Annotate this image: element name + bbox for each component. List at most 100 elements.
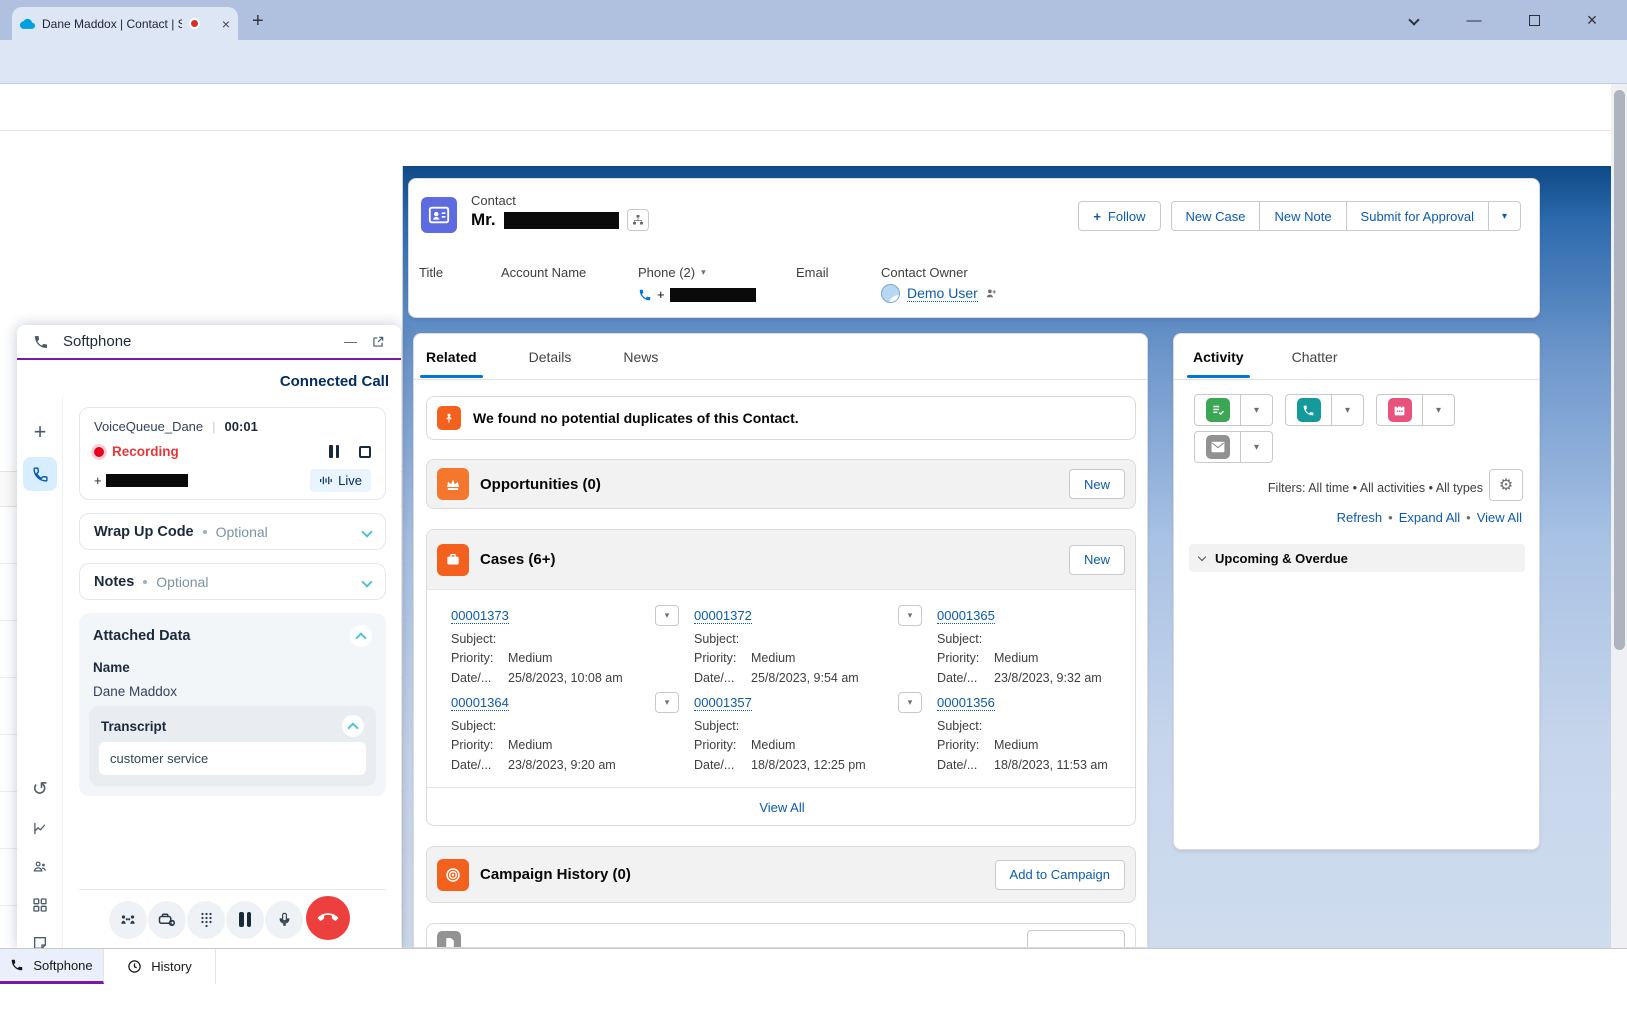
field-phone-label[interactable]: Phone (2) ▾ bbox=[638, 265, 706, 280]
attached-chevron-up-icon[interactable] bbox=[350, 625, 372, 647]
attached-name-value: Dane Maddox bbox=[79, 675, 386, 699]
browser-tab[interactable]: Dane Maddox | Contact | Sal × bbox=[12, 7, 238, 40]
duplicates-message: We found no potential duplicates of this… bbox=[473, 410, 799, 426]
opportunities-new-button[interactable]: New bbox=[1069, 469, 1125, 499]
new-case-button[interactable]: New Case bbox=[1171, 201, 1261, 231]
window-chevron-icon[interactable] bbox=[1391, 0, 1437, 40]
case-tile: 00001364▾ Subject: Priority:Medium Date/… bbox=[451, 692, 679, 772]
transfer-button[interactable] bbox=[148, 901, 186, 939]
email-action[interactable]: ▾ bbox=[1194, 431, 1273, 463]
partial-card-button[interactable] bbox=[1027, 930, 1125, 948]
activity-view-all-link[interactable]: View All bbox=[1477, 510, 1522, 525]
case-link[interactable]: 00001356 bbox=[937, 695, 995, 711]
transcript-chevron-up-icon[interactable] bbox=[342, 715, 364, 737]
case-menu-button[interactable]: ▾ bbox=[655, 692, 679, 713]
tab-activity[interactable]: Activity bbox=[1193, 349, 1244, 365]
case-menu-button[interactable]: ▾ bbox=[655, 605, 679, 626]
new-note-button[interactable]: New Note bbox=[1260, 201, 1346, 231]
opportunities-card: Opportunities (0) New bbox=[426, 459, 1136, 509]
window-minimize-button[interactable]: — bbox=[1451, 0, 1497, 40]
field-owner-label: Contact Owner bbox=[881, 265, 968, 280]
recording-label: Recording bbox=[112, 444, 179, 459]
field-phone-value[interactable]: + bbox=[638, 287, 756, 302]
event-caret-icon: ▾ bbox=[1423, 395, 1454, 425]
tab-chatter[interactable]: Chatter bbox=[1292, 349, 1338, 365]
mute-button[interactable] bbox=[265, 901, 303, 939]
transcript-value[interactable]: customer service bbox=[99, 742, 366, 775]
end-call-button[interactable] bbox=[306, 896, 350, 940]
case-priority: Medium bbox=[994, 651, 1038, 665]
waveform-icon bbox=[319, 475, 332, 486]
utility-dock: Softphone History bbox=[0, 948, 1627, 984]
section-chevron-icon bbox=[1198, 552, 1206, 560]
add-to-campaign-button[interactable]: Add to Campaign bbox=[995, 860, 1125, 890]
case-priority: Medium bbox=[751, 738, 795, 752]
entity-label: Contact bbox=[471, 193, 516, 208]
field-account-label: Account Name bbox=[501, 265, 586, 280]
case-menu-button[interactable]: ▾ bbox=[898, 605, 922, 626]
case-link[interactable]: 00001364 bbox=[451, 695, 509, 711]
upcoming-overdue-section[interactable]: Upcoming & Overdue bbox=[1189, 544, 1525, 572]
submit-for-approval-button[interactable]: Submit for Approval bbox=[1347, 201, 1489, 231]
window-maximize-button[interactable] bbox=[1511, 0, 1557, 40]
rail-apps-grid-icon[interactable] bbox=[23, 888, 57, 922]
more-actions-dropdown[interactable]: ▾ bbox=[1489, 201, 1521, 231]
case-link[interactable]: 00001357 bbox=[694, 695, 752, 711]
case-link[interactable]: 00001372 bbox=[694, 608, 752, 624]
cases-title[interactable]: Cases (6+) bbox=[480, 551, 555, 568]
hierarchy-button[interactable] bbox=[627, 209, 649, 231]
rail-phone-icon[interactable] bbox=[23, 457, 57, 491]
tab-close-icon[interactable]: × bbox=[222, 16, 230, 32]
cases-new-button[interactable]: New bbox=[1069, 545, 1125, 575]
rail-add-icon[interactable]: + bbox=[23, 415, 57, 449]
campaign-icon bbox=[437, 859, 469, 891]
conference-button[interactable] bbox=[109, 901, 147, 939]
softphone-popout-icon[interactable] bbox=[371, 335, 385, 349]
log-call-action[interactable]: ▾ bbox=[1285, 394, 1364, 426]
case-menu-button[interactable]: ▾ bbox=[898, 692, 922, 713]
contact-salutation: Mr. bbox=[471, 210, 496, 230]
new-tab-button[interactable]: + bbox=[252, 10, 264, 33]
softphone-minimize-icon[interactable]: — bbox=[344, 334, 357, 349]
pause-recording-icon[interactable] bbox=[329, 445, 339, 458]
change-owner-icon[interactable] bbox=[985, 287, 998, 300]
field-title-label: Title bbox=[419, 265, 443, 280]
campaign-title[interactable]: Campaign History (0) bbox=[480, 866, 631, 883]
scrollbar-thumb[interactable] bbox=[1614, 90, 1625, 650]
activity-settings-gear-icon[interactable]: ⚙ bbox=[1489, 469, 1523, 501]
tab-related[interactable]: Related bbox=[426, 349, 477, 365]
rail-contacts-icon[interactable] bbox=[23, 849, 57, 883]
case-link[interactable]: 00001373 bbox=[451, 608, 509, 624]
window-close-button[interactable]: × bbox=[1569, 0, 1615, 40]
dialpad-button[interactable] bbox=[187, 901, 225, 939]
cases-view-all-link[interactable]: View All bbox=[759, 800, 804, 815]
refresh-link[interactable]: Refresh bbox=[1337, 510, 1383, 525]
expand-all-link[interactable]: Expand All bbox=[1399, 510, 1460, 525]
new-task-action[interactable]: ▾ bbox=[1194, 394, 1273, 426]
tab-news[interactable]: News bbox=[623, 349, 658, 365]
follow-button[interactable]: +Follow bbox=[1078, 201, 1160, 231]
owner-link[interactable]: Demo User bbox=[907, 285, 978, 302]
notes-section[interactable]: Notes Optional bbox=[79, 563, 386, 600]
wrap-up-code-section[interactable]: Wrap Up Code Optional bbox=[79, 513, 386, 550]
hold-button[interactable] bbox=[226, 901, 264, 939]
browser-toolbar: ← → ↻ lightning.force.com/lightning/r/Co… bbox=[0, 40, 1627, 84]
page-scrollbar[interactable] bbox=[1611, 84, 1627, 984]
task-caret-icon: ▾ bbox=[1241, 395, 1272, 425]
new-event-action[interactable]: ▾ bbox=[1376, 394, 1455, 426]
stop-recording-icon[interactable] bbox=[359, 446, 371, 458]
contact-name-redaction bbox=[504, 212, 619, 229]
rail-analytics-icon[interactable] bbox=[23, 811, 57, 845]
dock-history-tab[interactable]: History bbox=[104, 949, 216, 984]
dock-history-clock-icon bbox=[127, 959, 142, 974]
browser-tab-strip: Dane Maddox | Contact | Sal × + — × bbox=[0, 0, 1627, 40]
opportunities-title[interactable]: Opportunities (0) bbox=[480, 476, 601, 493]
softphone-title: Softphone bbox=[63, 333, 131, 350]
owner-avatar bbox=[881, 284, 900, 303]
task-icon bbox=[1206, 398, 1230, 422]
case-link[interactable]: 00001365 bbox=[937, 608, 995, 624]
email-caret-icon: ▾ bbox=[1241, 432, 1272, 462]
tab-details[interactable]: Details bbox=[529, 349, 572, 365]
dock-softphone-tab[interactable]: Softphone bbox=[0, 949, 104, 984]
rail-history-icon[interactable]: ↺ bbox=[23, 772, 57, 806]
